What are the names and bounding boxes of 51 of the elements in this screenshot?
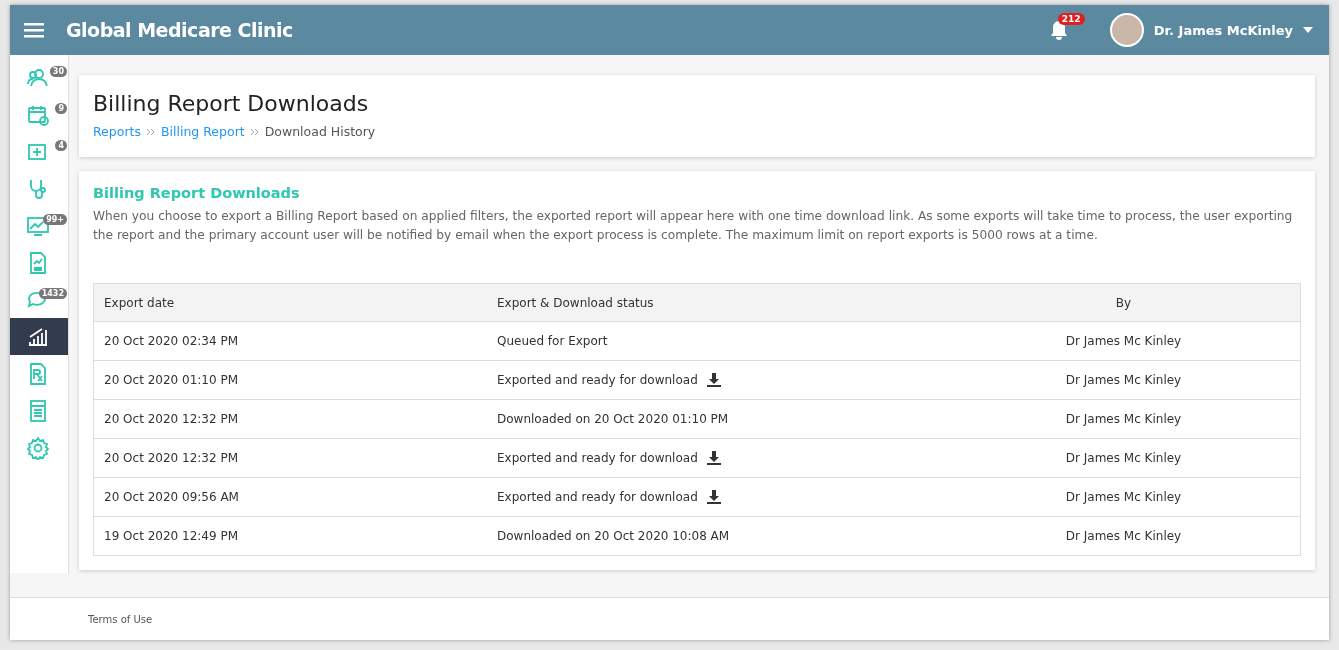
status-text: Exported and ready for download <box>497 373 698 387</box>
column-header: Export date <box>93 283 487 322</box>
menu-icon[interactable] <box>24 22 44 38</box>
count-badge: 30 <box>49 66 67 77</box>
chevron-icon <box>250 127 259 136</box>
count-badge: 99+ <box>43 214 67 225</box>
table-cell: Dr James Mc Kinley <box>947 399 1301 439</box>
download-icon[interactable] <box>705 372 722 388</box>
breadcrumb-link[interactable]: Reports <box>93 124 141 139</box>
status-text: Downloaded on 20 Oct 2020 01:10 PM <box>497 412 729 426</box>
sidebar-item[interactable]: 30 <box>10 59 68 96</box>
table-cell: Dr James Mc Kinley <box>947 516 1301 556</box>
table-cell: 20 Oct 2020 02:34 PM <box>93 321 487 361</box>
table-cell: Dr James Mc Kinley <box>947 360 1301 400</box>
app-title: Global Medicare Clinic <box>66 19 294 41</box>
status-text: Queued for Export <box>497 334 608 348</box>
status-text: Exported and ready for download <box>497 451 698 465</box>
count-badge: 9 <box>55 103 67 114</box>
table-cell: 20 Oct 2020 12:32 PM <box>93 399 487 439</box>
count-badge: 4 <box>55 140 67 151</box>
notification-badge: 212 <box>1057 13 1085 25</box>
description: When you choose to export a Billing Report based on applied filters, the exported report will appear here with one time download link. As some exports will take time to process, the user exporting the report and the primary account user will be notified by email when the export process is complete. The maximum limit on report exports is 5000 rows at a time. <box>93 208 1294 244</box>
breadcrumb-current: Download History <box>264 124 376 139</box>
user-name[interactable]: Dr. James McKinley <box>1153 22 1293 38</box>
sidebar-item[interactable]: 9 <box>10 96 68 133</box>
sidebar-item[interactable]: 4 <box>10 133 68 170</box>
panel-title: Billing Report Downloads <box>93 185 301 201</box>
count-badge: 1432 <box>38 288 67 299</box>
table-cell: Dr James Mc Kinley <box>947 321 1301 361</box>
column-header: Export & Download status <box>487 283 947 322</box>
sidebar-item[interactable] <box>10 318 68 355</box>
breadcrumb-link[interactable]: Billing Report <box>160 124 245 139</box>
table-cell: 20 Oct 2020 01:10 PM <box>93 360 487 400</box>
footer-link[interactable]: Terms of Use <box>88 613 153 625</box>
sidebar-item[interactable]: 1432 <box>10 281 68 318</box>
settings-icon <box>26 435 50 460</box>
sidebar-item[interactable]: 99+ <box>10 207 68 244</box>
download-icon[interactable] <box>705 450 722 466</box>
avatar[interactable] <box>1109 13 1144 47</box>
table-cell: Dr James Mc Kinley <box>947 477 1301 517</box>
status-text: Downloaded on 20 Oct 2020 10:08 AM <box>497 529 730 543</box>
caret-icon[interactable] <box>1303 27 1313 33</box>
table-cell: Dr James Mc Kinley <box>947 438 1301 478</box>
table-cell: 19 Oct 2020 12:49 PM <box>93 516 487 556</box>
page-title: Billing Report Downloads <box>93 91 370 116</box>
column-header: By <box>947 283 1301 322</box>
download-icon[interactable] <box>705 489 722 505</box>
table-cell: 20 Oct 2020 09:56 AM <box>93 477 487 517</box>
table-cell: 20 Oct 2020 12:32 PM <box>93 438 487 478</box>
chevron-icon <box>146 127 155 136</box>
status-text: Exported and ready for download <box>497 490 698 504</box>
